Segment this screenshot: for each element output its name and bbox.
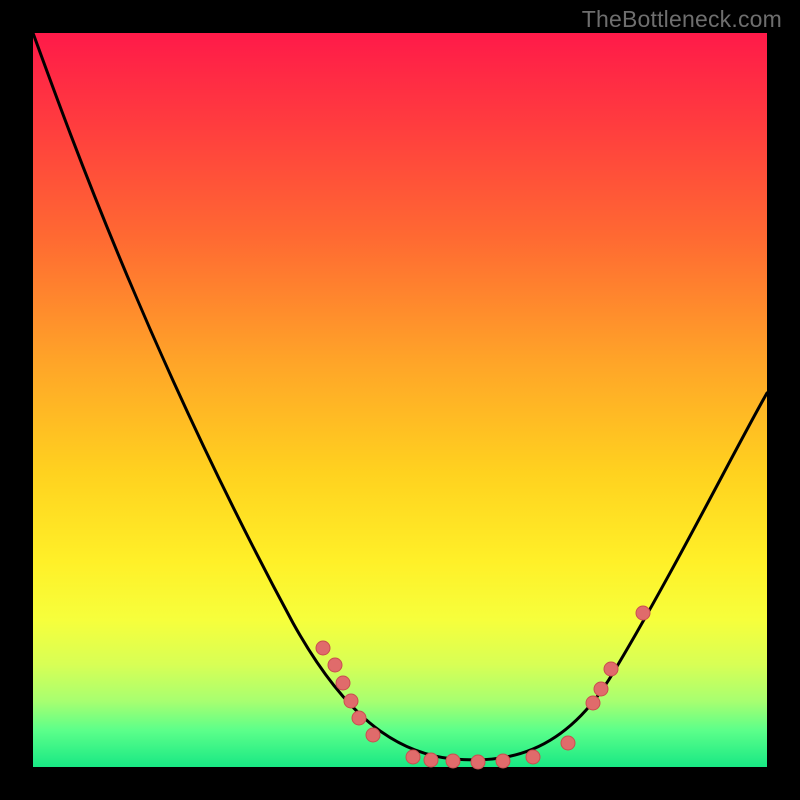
- watermark-text: TheBottleneck.com: [582, 6, 782, 33]
- curve-marker: [316, 641, 330, 655]
- curve-marker: [344, 694, 358, 708]
- curve-marker: [328, 658, 342, 672]
- curve-marker: [471, 755, 485, 769]
- curve-marker: [352, 711, 366, 725]
- curve-marker: [366, 728, 380, 742]
- chart-frame: TheBottleneck.com: [0, 0, 800, 800]
- curve-marker: [586, 696, 600, 710]
- curve-marker: [496, 754, 510, 768]
- bottleneck-curve-svg: [33, 33, 767, 767]
- bottleneck-curve: [33, 33, 767, 760]
- curve-markers: [316, 606, 650, 769]
- curve-marker: [526, 750, 540, 764]
- curve-marker: [406, 750, 420, 764]
- curve-marker: [424, 753, 438, 767]
- curve-marker: [446, 754, 460, 768]
- curve-marker: [636, 606, 650, 620]
- curve-marker: [594, 682, 608, 696]
- plot-area: [33, 33, 767, 767]
- curve-marker: [604, 662, 618, 676]
- curve-marker: [561, 736, 575, 750]
- curve-marker: [336, 676, 350, 690]
